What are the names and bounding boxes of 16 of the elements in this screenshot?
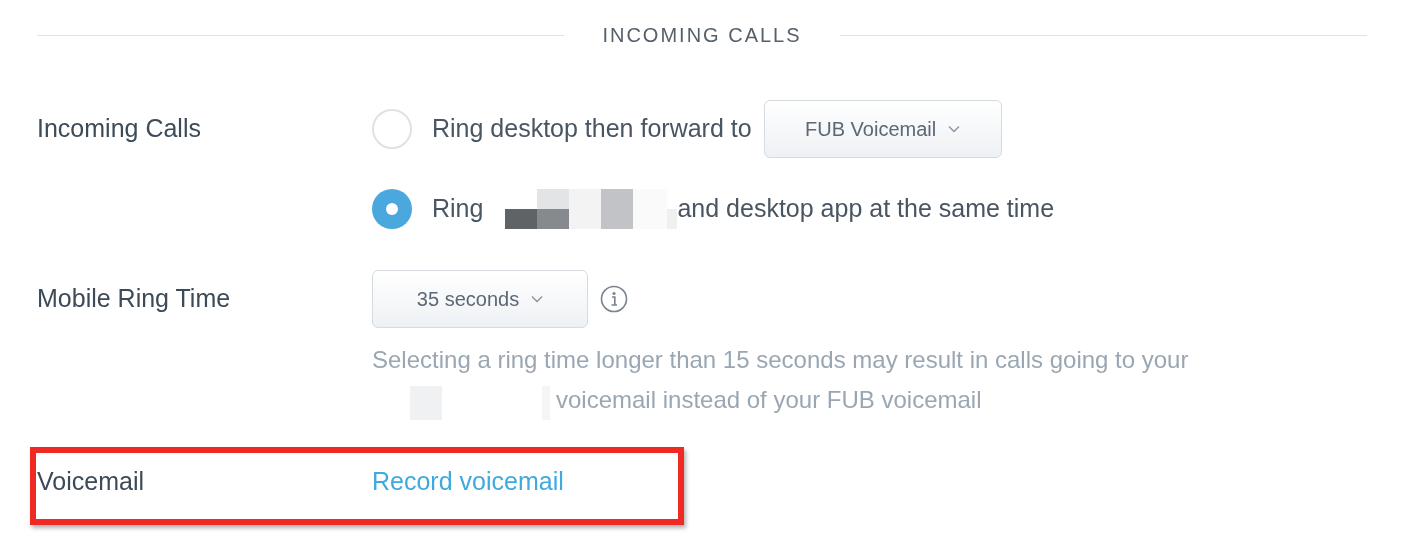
field-label: Incoming Calls (37, 113, 202, 145)
help-text: Selecting a ring time longer than 15 seconds may result in calls going to your (372, 345, 1189, 375)
chevron-down-icon (948, 125, 961, 133)
option-label: Ring desktop then forward to (432, 113, 752, 145)
option-label: Ring (432, 193, 484, 225)
field-label: Mobile Ring Time (37, 283, 232, 315)
option-label: and desktop app at the same time (677, 193, 1055, 225)
dropdown[interactable]: 35 seconds (372, 270, 588, 328)
dropdown[interactable]: FUB Voicemail (763, 100, 1002, 158)
radio-button[interactable] (372, 109, 412, 149)
info-icon[interactable] (600, 285, 628, 313)
radio-button[interactable] (372, 189, 412, 229)
help-text: voicemail instead of your FUB voicemail (556, 385, 982, 415)
field-label: Voicemail (37, 466, 145, 498)
section-title: INCOMING CALLS (602, 23, 802, 48)
chevron-down-icon (531, 295, 544, 303)
